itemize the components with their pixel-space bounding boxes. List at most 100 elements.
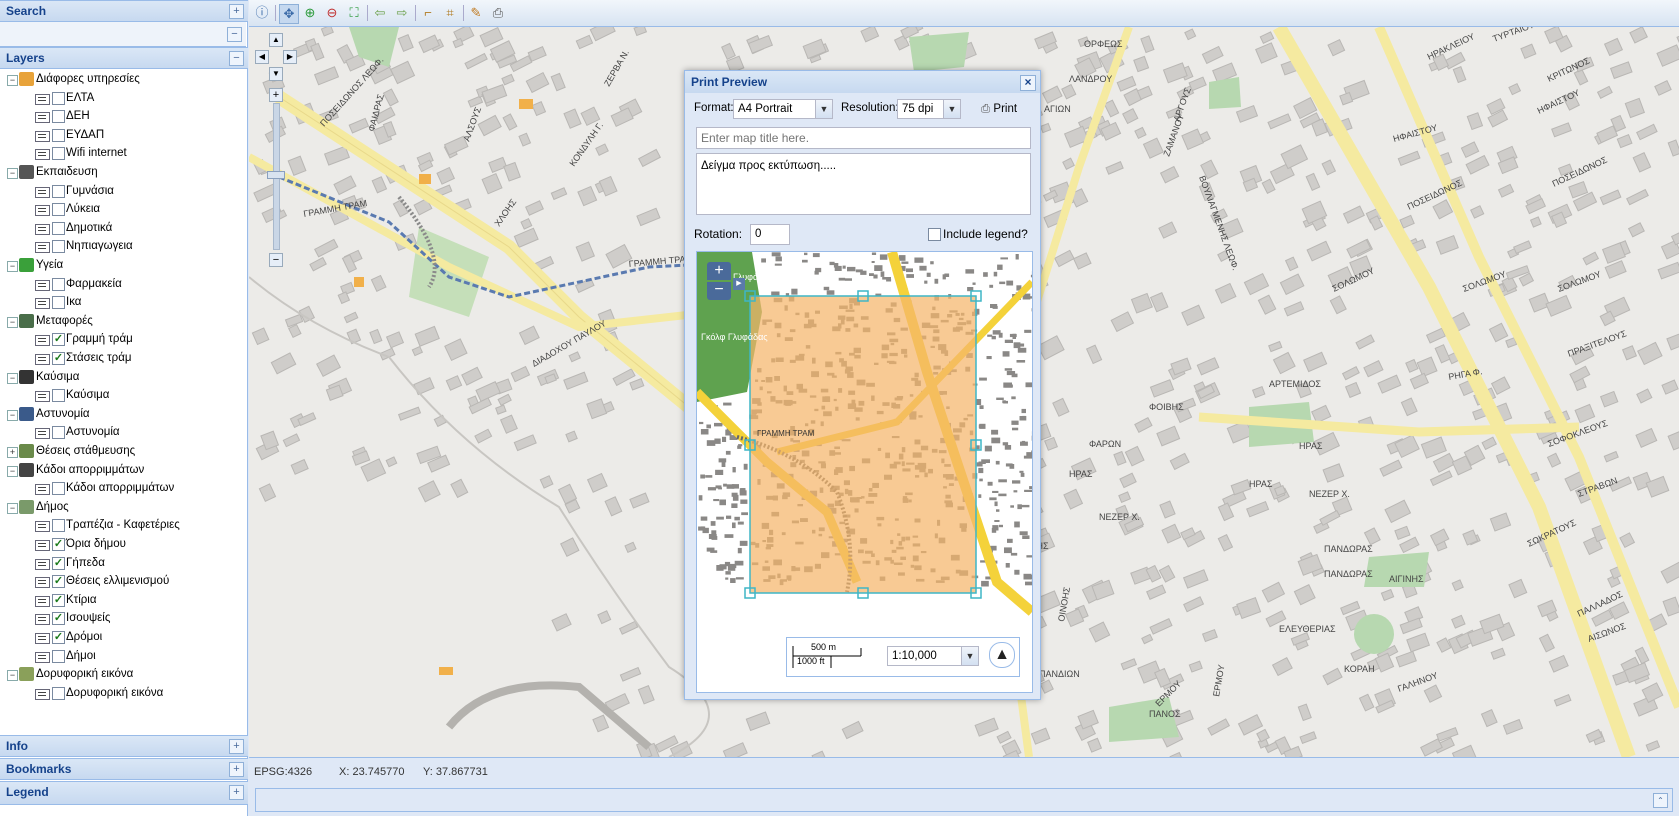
layer-item[interactable]: Νηπιαγωγεια [0, 237, 246, 256]
layer-item[interactable]: Τραπέζια - Καφετέριες [0, 516, 246, 535]
layer-group[interactable]: − Αστυνομία [0, 405, 246, 424]
collapse-icon[interactable]: − [7, 409, 18, 421]
layer-group[interactable]: − Εκπαιδευση [0, 163, 246, 182]
dialog-title[interactable]: Print Preview [685, 71, 1040, 93]
include-legend-checkbox[interactable] [928, 228, 941, 241]
layer-item[interactable]: Καύσιμα [0, 386, 246, 405]
layer-visibility-checkbox[interactable] [52, 389, 65, 403]
layer-group[interactable]: − Κάδοι απορριμμάτων [0, 461, 246, 480]
print-button[interactable]: ⎙ Print [981, 99, 1031, 119]
preview-zoom-in-button[interactable]: + [707, 262, 731, 280]
layer-visibility-checkbox[interactable]: ✓ [52, 575, 65, 589]
layer-item[interactable]: ✓ Στάσεις τράμ [0, 349, 246, 368]
layer-item[interactable]: ✓ Γήπεδα [0, 554, 246, 573]
layer-visibility-checkbox[interactable] [52, 649, 65, 663]
layer-item[interactable]: ✓ Ισουψείς [0, 609, 246, 628]
layer-item[interactable]: ΕΛΤΑ [0, 89, 246, 108]
map-title-input[interactable] [696, 127, 1031, 149]
pan-up-button[interactable]: ▲ [269, 33, 283, 47]
preview-zoom-out-button[interactable]: − [707, 282, 731, 300]
layer-item[interactable]: Γυμνάσια [0, 182, 246, 201]
map-comment-textarea[interactable]: Δείγμα προς εκτύπωση..... [696, 153, 1031, 215]
pan-left-button[interactable]: ◀ [255, 50, 269, 64]
zoom-extent-icon[interactable]: ⛶ [345, 4, 363, 22]
zoom-slider-handle[interactable] [267, 171, 285, 179]
collapse-icon[interactable]: − [7, 372, 18, 384]
layer-item[interactable]: Ικα [0, 293, 246, 312]
collapse-icon[interactable]: − [227, 27, 242, 42]
legend-panel-header[interactable]: Legend + [0, 781, 248, 805]
layer-visibility-checkbox[interactable] [52, 203, 65, 217]
expand-icon[interactable]: + [229, 762, 244, 777]
layer-item[interactable]: Δορυφορική εικόνα [0, 684, 246, 703]
collapse-icon[interactable]: − [7, 168, 18, 179]
forward-icon[interactable]: ⇨ [393, 4, 411, 22]
layer-visibility-checkbox[interactable] [52, 184, 65, 198]
layer-visibility-checkbox[interactable] [52, 240, 65, 254]
collapse-icon[interactable]: − [229, 51, 244, 66]
layer-visibility-checkbox[interactable]: ✓ [52, 538, 65, 551]
measure-area-icon[interactable]: ⌗ [441, 4, 459, 22]
pan-icon[interactable]: ✥ [279, 4, 299, 24]
expand-icon[interactable]: + [229, 785, 244, 800]
layer-visibility-checkbox[interactable]: ✓ [52, 352, 65, 365]
layer-item[interactable]: Δημοτικά [0, 219, 246, 238]
chevron-down-icon[interactable]: ▼ [815, 100, 832, 118]
layer-group[interactable]: − Υγεία [0, 256, 246, 275]
chevron-down-icon[interactable]: ▼ [943, 100, 960, 118]
layer-item[interactable]: Λύκεια [0, 200, 246, 219]
collapse-icon[interactable]: − [7, 670, 18, 682]
preview-expand-icon[interactable]: ▶ [733, 278, 745, 290]
layer-visibility-checkbox[interactable]: ✓ [52, 593, 65, 607]
rotation-input[interactable]: 0 [750, 224, 790, 245]
format-select[interactable]: A4 Portrait ▼ [733, 99, 833, 119]
layer-group[interactable]: − Διάφορες υπηρεσίες [0, 70, 246, 89]
info-panel-header[interactable]: Info + [0, 735, 248, 757]
collapse-icon[interactable]: − [7, 465, 18, 477]
layer-group[interactable]: − Δορυφορική εικόνα [0, 665, 246, 684]
zoom-in-button[interactable]: + [269, 88, 283, 102]
expand-icon[interactable]: + [229, 4, 244, 19]
collapse-icon[interactable]: − [7, 75, 18, 86]
zoom-in-icon[interactable]: ⊕ [301, 4, 319, 22]
layer-visibility-checkbox[interactable]: ✓ [52, 556, 65, 570]
north-arrow-icon[interactable]: ▲ [989, 642, 1015, 668]
edit-icon[interactable]: ✎ [467, 4, 485, 22]
layer-item[interactable]: ΕΥΔΑΠ [0, 126, 246, 145]
layer-visibility-checkbox[interactable] [52, 147, 65, 161]
back-icon[interactable]: ⇦ [371, 4, 389, 22]
layer-item[interactable]: ✓ Γραμμή τράμ [0, 330, 246, 349]
layer-visibility-checkbox[interactable] [52, 519, 65, 533]
layer-group[interactable]: − Μεταφορές [0, 312, 246, 331]
layer-visibility-checkbox[interactable] [52, 128, 65, 142]
bookmarks-panel-header[interactable]: Bookmarks + [0, 758, 248, 780]
collapse-icon[interactable]: − [7, 502, 18, 514]
layer-visibility-checkbox[interactable]: ✓ [52, 631, 65, 644]
pan-right-button[interactable]: ▶ [283, 50, 297, 64]
print-icon[interactable]: ⎙ [489, 4, 507, 22]
layer-item[interactable]: ✓ Δρόμοι [0, 628, 246, 647]
layer-item[interactable]: ✓ Θέσεις ελλιμενισμού [0, 572, 246, 591]
layer-visibility-checkbox[interactable] [52, 91, 65, 105]
collapse-icon[interactable]: − [7, 261, 18, 272]
close-icon[interactable]: × [1020, 75, 1036, 91]
layer-visibility-checkbox[interactable] [52, 686, 65, 700]
expand-icon[interactable]: + [7, 447, 18, 458]
layers-panel-header[interactable]: Layers − [0, 47, 248, 69]
layer-item[interactable]: Κάδοι απορριμμάτων [0, 479, 246, 498]
search-panel-header[interactable]: Search + [0, 0, 248, 22]
layer-group[interactable]: − Δήμος [0, 498, 246, 517]
layer-group[interactable]: + Θέσεις στάθμευσης [0, 442, 246, 461]
measure-length-icon[interactable]: ⌐ [419, 4, 437, 22]
layer-item[interactable]: ✓ Κτίρια [0, 591, 246, 610]
layer-visibility-checkbox[interactable] [52, 482, 65, 496]
layer-visibility-checkbox[interactable] [52, 110, 65, 124]
zoom-out-button[interactable]: − [269, 253, 283, 267]
layer-visibility-checkbox[interactable]: ✓ [52, 612, 65, 626]
info-icon[interactable]: ⓘ [253, 4, 271, 22]
expand-icon[interactable]: + [229, 739, 244, 754]
layer-group[interactable]: − Καύσιμα [0, 368, 246, 387]
print-preview-map[interactable]: Γλυφάδα Γκόλφ Γλυφάδας ΓΡΑΜΜΗ ΤΡΑΜ + − ▶… [696, 251, 1033, 693]
layer-item[interactable]: ✓ Όρια δήμου [0, 535, 246, 554]
layer-visibility-checkbox[interactable]: ✓ [52, 333, 65, 347]
